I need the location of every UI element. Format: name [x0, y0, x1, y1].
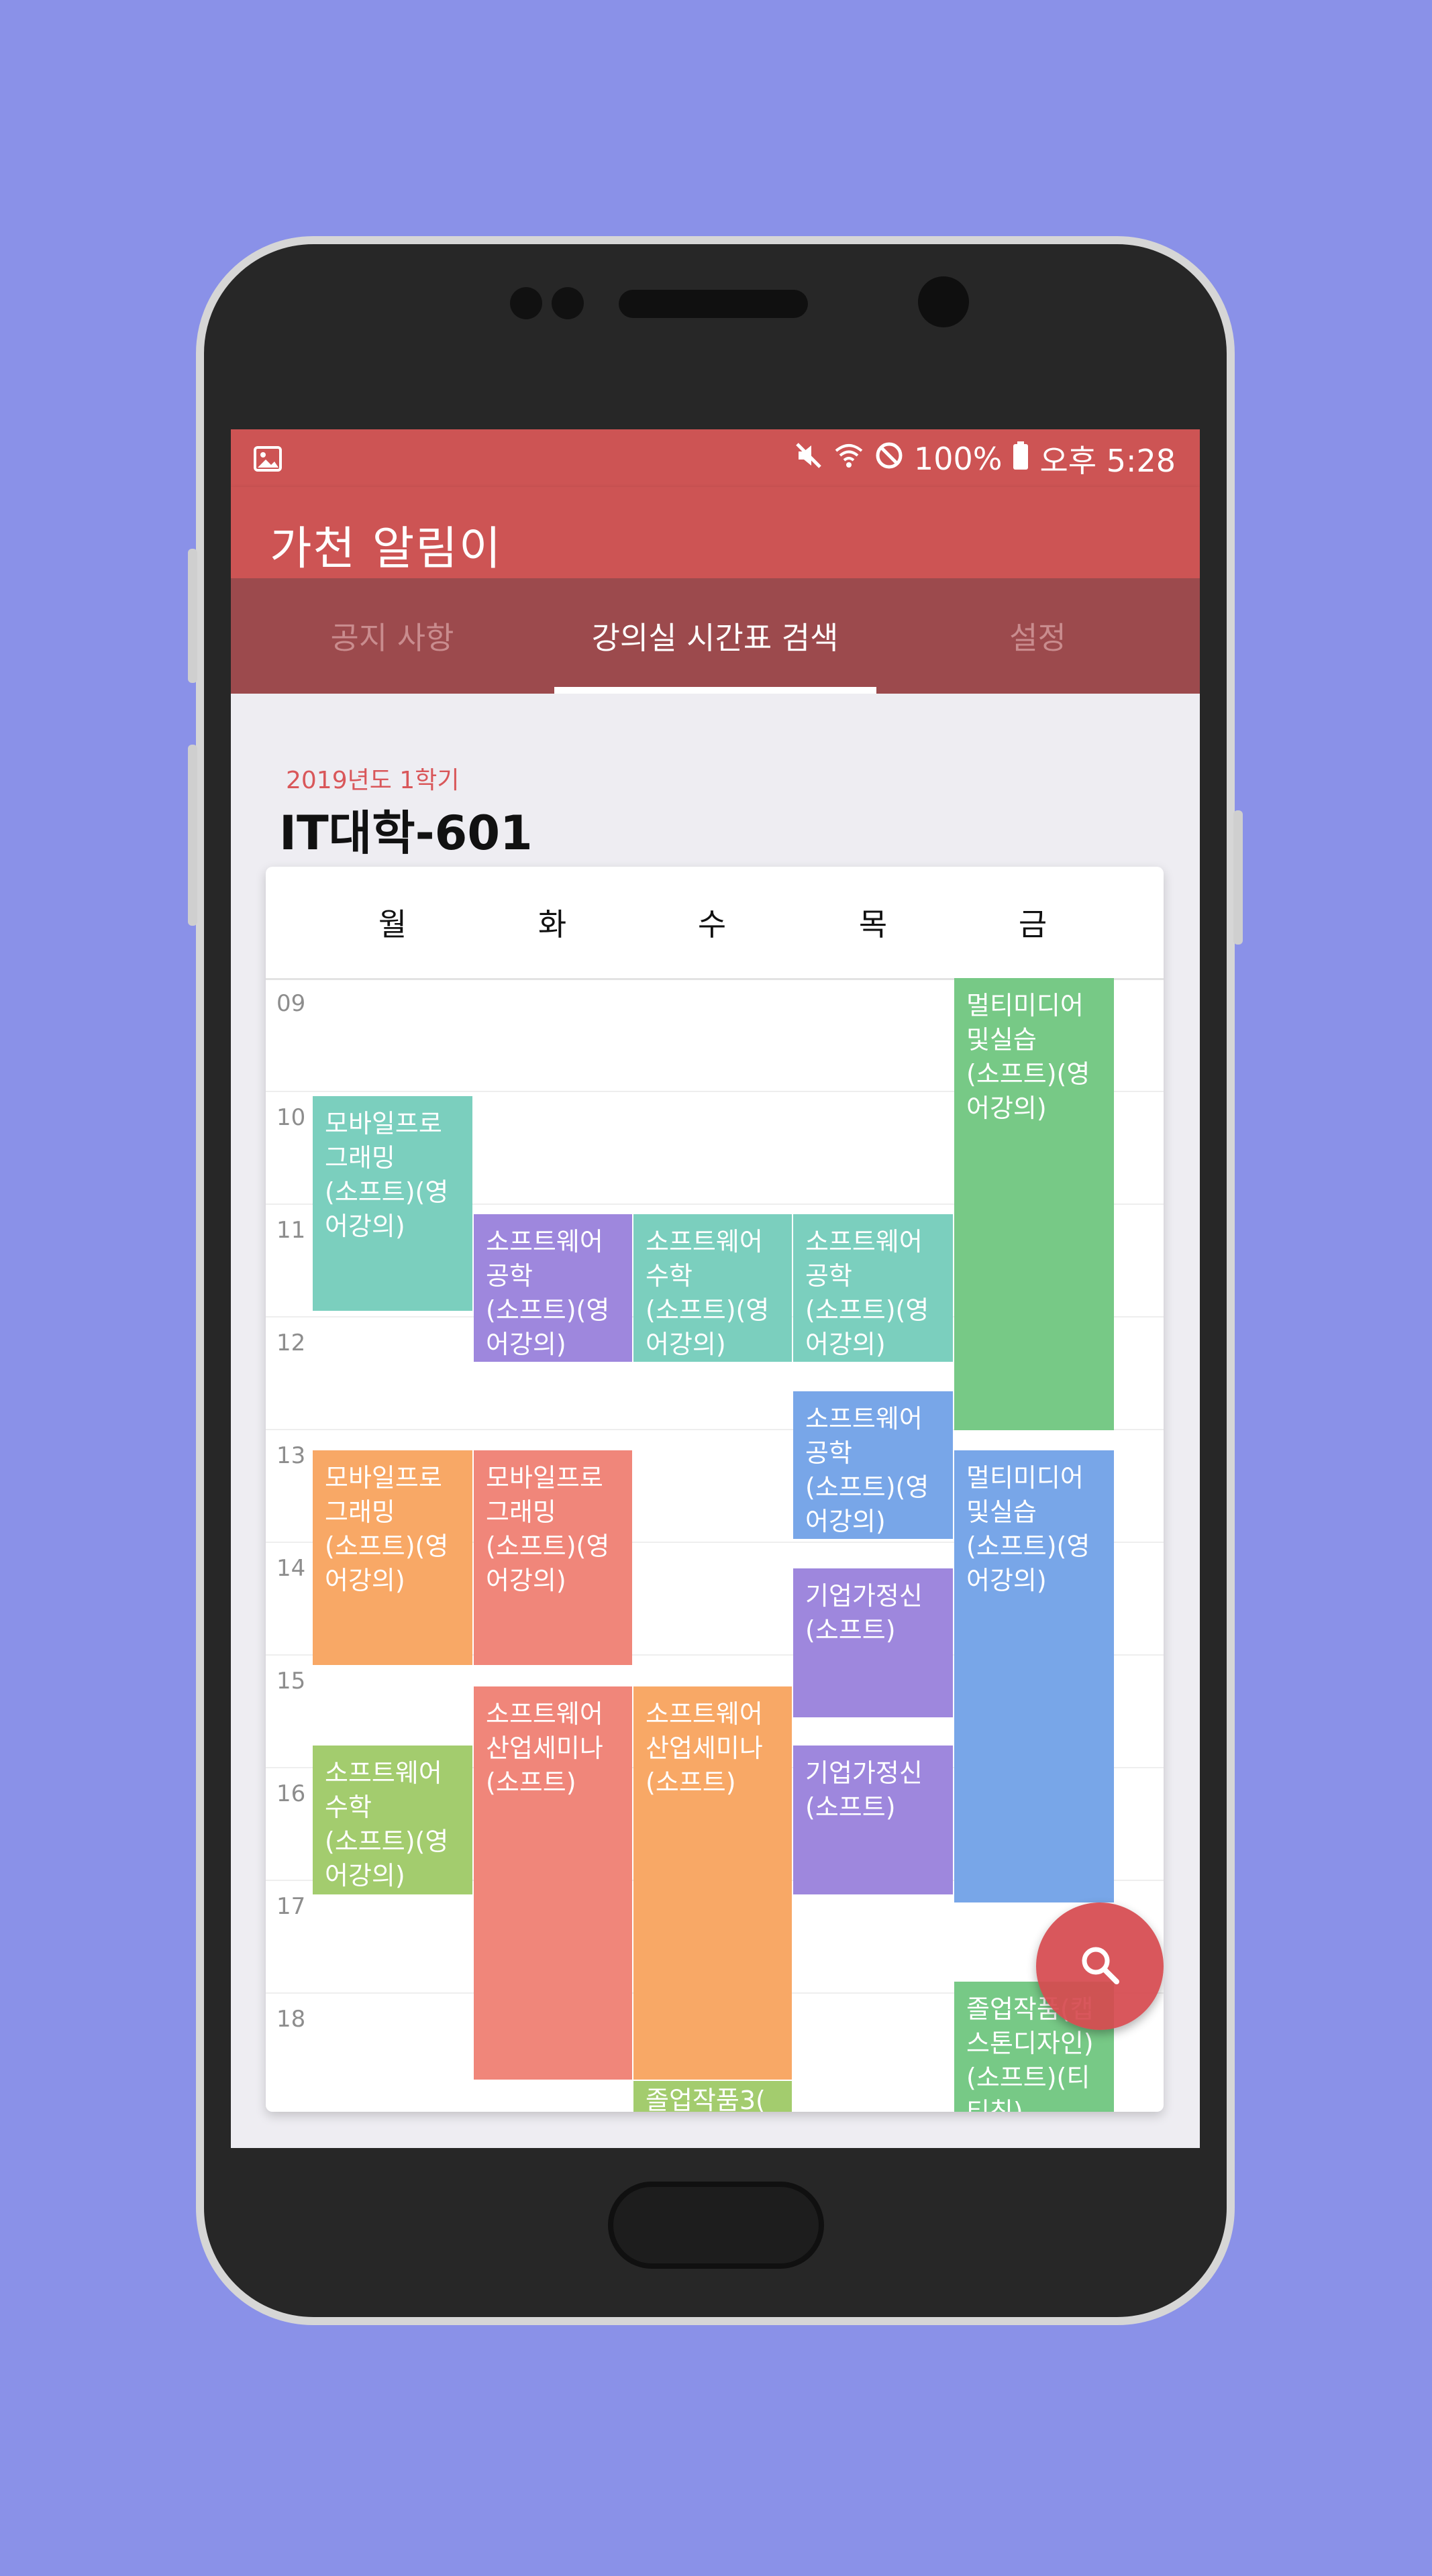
course-block[interactable]: 소프트웨어산업세미나 (소프트) — [633, 1686, 792, 2080]
hour-label: 11 — [276, 1217, 306, 1244]
course-meta: (소프트) — [805, 1615, 896, 1645]
course-block[interactable]: 소프트웨어수학 (소프트)(영어강의) — [633, 1214, 792, 1362]
hour-label: 09 — [276, 990, 306, 1017]
course-meta: (소프트) — [486, 1768, 576, 1797]
course-name: 소프트웨어공학 — [805, 1404, 923, 1468]
status-bar: 100% 오후 5:28 — [231, 429, 1200, 487]
course-meta: (소프트)(영어강의) — [646, 1295, 770, 1359]
app-screen: 100% 오후 5:28 가천 알림이 공지 사항 강의실 시간표 검색 설정 … — [231, 429, 1200, 2148]
hour-label: 16 — [276, 1780, 306, 1807]
image-icon — [254, 444, 282, 480]
course-name: 소프트웨어산업세미나 — [486, 1699, 603, 1763]
phone-volume-up — [188, 549, 197, 683]
tab-notices[interactable]: 공지 사항 — [231, 578, 554, 694]
hour-label: 17 — [276, 1893, 306, 1920]
battery-percent: 100% — [913, 441, 1003, 477]
hour-label: 12 — [276, 1330, 306, 1356]
course-meta: (소프트)(영어강의) — [486, 1532, 610, 1595]
day-label: 화 — [538, 906, 567, 943]
phone-camera — [918, 276, 969, 327]
course-name: 기업가정신 — [805, 1581, 923, 1611]
tab-indicator — [554, 687, 876, 694]
hour-label: 10 — [276, 1104, 306, 1131]
phone-sensor — [510, 287, 542, 319]
blocked-icon — [874, 440, 905, 478]
course-name: 소프트웨어공학 — [805, 1227, 923, 1291]
course-block[interactable]: 멀티미디어및실습 (소프트)(영어강의) — [954, 1450, 1114, 1902]
course-block[interactable]: 기업가정신 (소프트) — [793, 1746, 953, 1894]
phone-volume-down — [188, 745, 197, 926]
app-title: 가천 알림이 — [270, 523, 503, 576]
day-header: 월 화 수 목 금 — [266, 867, 1164, 980]
course-meta: (소프트)(영어강의) — [486, 1295, 610, 1359]
course-name: 소프트웨어산업세미나 — [646, 1699, 763, 1763]
course-name: 모바일프로그래밍 — [486, 1463, 603, 1527]
semester-label: 2019년도 1학기 — [286, 767, 460, 794]
app-toolbar: 가천 알림이 — [231, 487, 1200, 578]
course-block[interactable]: 소프트웨어산업세미나 (소프트) — [474, 1686, 632, 2080]
course-meta: (소프트)(티티칭) — [966, 2063, 1090, 2112]
wifi-icon — [833, 440, 864, 478]
course-name: 모바일프로그래밍 — [325, 1109, 442, 1173]
day-label: 수 — [697, 906, 727, 943]
course-meta: (소프트)(영어강의) — [966, 1059, 1090, 1123]
course-meta: (소프트)(영어강의) — [325, 1532, 449, 1595]
hour-label: 15 — [276, 1668, 306, 1695]
course-name: 멀티미디어및실습 — [966, 991, 1084, 1055]
tab-bar: 공지 사항 강의실 시간표 검색 설정 — [231, 578, 1200, 694]
course-block[interactable]: 기업가정신 (소프트) — [793, 1568, 953, 1717]
course-block[interactable]: 모바일프로그래밍 (소프트)(영어강의) — [313, 1096, 472, 1311]
course-block[interactable]: 모바일프로그래밍 (소프트)(영어강의) — [313, 1450, 472, 1665]
battery-icon — [1011, 440, 1030, 478]
course-block[interactable]: 소프트웨어수학 (소프트)(영어강의) — [313, 1746, 472, 1894]
day-label: 금 — [1018, 906, 1047, 943]
course-block[interactable]: 모바일프로그래밍 (소프트)(영어강의) — [474, 1450, 632, 1665]
course-name: 멀티미디어및실습 — [966, 1463, 1084, 1527]
course-meta: (소프트)(영어강의) — [805, 1472, 929, 1536]
phone-power-button — [1233, 810, 1243, 945]
course-name: 기업가정신 — [805, 1758, 923, 1788]
day-label: 월 — [378, 906, 407, 943]
status-time: 오후 5:28 — [1039, 443, 1176, 479]
course-meta: (소프트) — [805, 1792, 896, 1822]
search-icon — [1078, 1943, 1122, 1990]
course-meta: (소프트)(영어강의) — [966, 1532, 1090, 1595]
course-block[interactable]: 졸업작품3( — [633, 2081, 792, 2112]
hour-label: 13 — [276, 1442, 306, 1469]
course-meta: (소프트)(영어강의) — [805, 1295, 929, 1359]
course-name: 소프트웨어공학 — [486, 1227, 603, 1291]
course-name: 소프트웨어수학 — [646, 1227, 763, 1291]
course-name: 소프트웨어수학 — [325, 1758, 442, 1822]
course-name: 모바일프로그래밍 — [325, 1463, 442, 1527]
course-name: 졸업작품3( — [646, 2086, 766, 2112]
course-meta: (소프트)(영어강의) — [325, 1827, 449, 1890]
day-label: 목 — [858, 906, 888, 943]
home-button[interactable] — [608, 2182, 824, 2269]
course-meta: (소프트) — [646, 1768, 736, 1797]
tab-settings[interactable]: 설정 — [876, 578, 1199, 694]
hour-label: 18 — [276, 2006, 306, 2033]
hour-label: 14 — [276, 1555, 306, 1582]
course-block[interactable]: 소프트웨어공학 (소프트)(영어강의) — [793, 1391, 953, 1539]
course-meta: (소프트)(영어강의) — [325, 1177, 449, 1241]
course-block[interactable]: 멀티미디어및실습 (소프트)(영어강의) — [954, 978, 1114, 1430]
tab-classroom-timetable[interactable]: 강의실 시간표 검색 — [554, 578, 876, 694]
room-title: IT대학-601 — [279, 806, 533, 861]
timetable-card[interactable]: 월 화 수 목 금 09 10 11 12 13 14 15 16 17 18 … — [266, 867, 1164, 2112]
mute-icon — [793, 440, 824, 478]
phone-speaker — [619, 290, 808, 318]
course-block[interactable]: 소프트웨어공학 (소프트)(영어강의) — [793, 1214, 953, 1362]
search-fab[interactable] — [1036, 1902, 1164, 2030]
phone-sensor — [552, 287, 584, 319]
course-block[interactable]: 소프트웨어공학 (소프트)(영어강의) — [474, 1214, 632, 1362]
